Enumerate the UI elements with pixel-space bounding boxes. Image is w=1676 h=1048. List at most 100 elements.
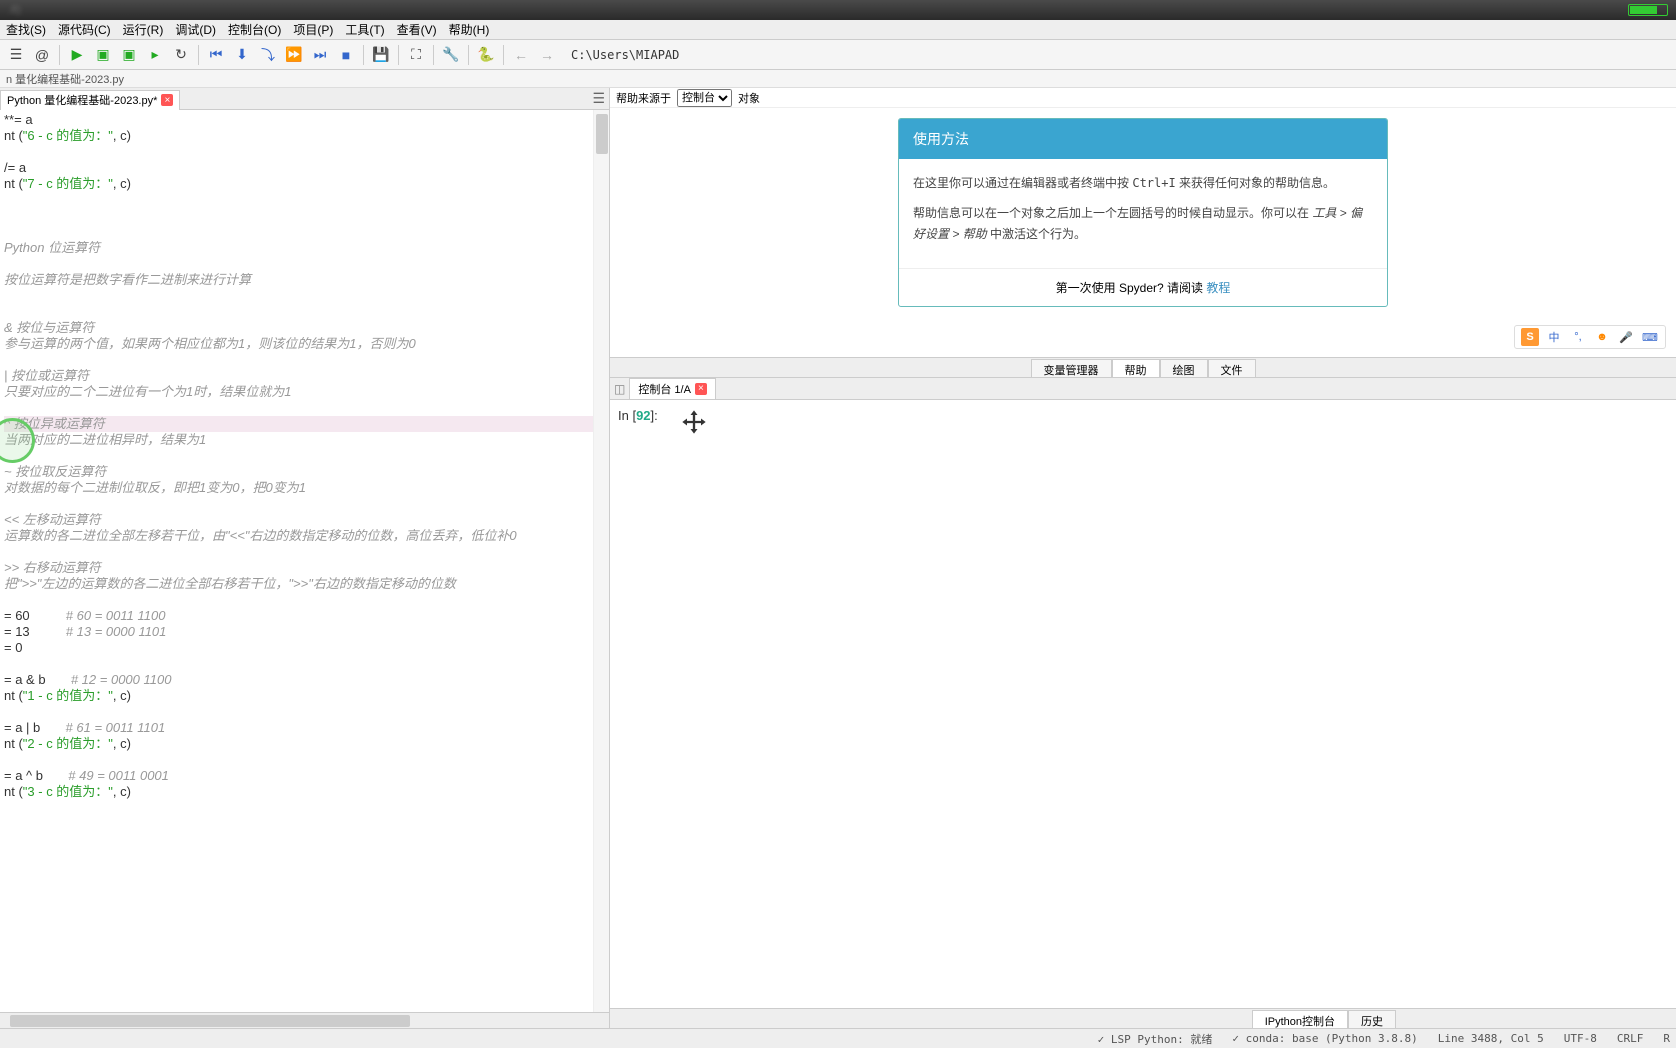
code-line: 按位运算符是把数字看作二进制来进行计算 xyxy=(4,272,605,288)
tab-plots[interactable]: 绘图 xyxy=(1160,359,1208,377)
code-line: ~ 按位取反运算符 xyxy=(4,464,605,480)
tab-files[interactable]: 文件 xyxy=(1208,359,1256,377)
console-collapse-icon[interactable]: ◫ xyxy=(614,382,625,396)
code-line: = 13 # 13 = 0000 1101 xyxy=(4,624,605,640)
console-tab-label: 控制台 1/A xyxy=(638,381,691,397)
debug-step-over-button[interactable]: ⤵ xyxy=(256,43,280,67)
tab-help[interactable]: 帮助 xyxy=(1112,359,1160,377)
outline-button[interactable]: ☰ xyxy=(4,43,28,67)
scroll-thumb[interactable] xyxy=(10,1015,410,1027)
app-version: .8) xyxy=(8,4,21,16)
forward-button[interactable]: → xyxy=(535,43,559,67)
debug-continue-button[interactable]: ⏭ xyxy=(308,43,332,67)
debug-step-into-button[interactable]: ⬇ xyxy=(230,43,254,67)
code-line xyxy=(4,752,605,768)
code-line xyxy=(4,224,605,240)
menu-tools[interactable]: 工具(T) xyxy=(339,21,390,38)
ime-emoji-icon[interactable]: ☻ xyxy=(1593,328,1611,346)
code-line: & 按位与运算符 xyxy=(4,320,605,336)
status-readwrite: R xyxy=(1663,1032,1670,1045)
help-text-line1: 在这里你可以通过在编辑器或者终端中按 Ctrl+I 来获得任何对象的帮助信息。 xyxy=(913,173,1373,195)
ime-lang-icon[interactable]: 中 xyxy=(1545,328,1563,346)
code-line xyxy=(4,256,605,272)
debug-step-out-button[interactable]: ⏩ xyxy=(282,43,306,67)
breadcrumb: n 量化编程基础-2023.py xyxy=(0,70,1676,88)
help-card-footer: 第一次使用 Spyder? 请阅读 教程 xyxy=(899,268,1387,306)
run-selection-button[interactable]: ▸ xyxy=(143,43,167,67)
code-editor[interactable]: **= ant ("6 - c 的值为：", c) /= ant ("7 - c… xyxy=(0,110,609,1012)
code-line: 运算数的各二进位全部左移若干位，由"<<"右边的数指定移动的位数，高位丢弃，低位… xyxy=(4,528,605,544)
working-directory-path: C:\Users\MIAPAD xyxy=(571,48,679,62)
scroll-thumb[interactable] xyxy=(596,114,608,154)
code-line xyxy=(4,400,605,416)
editor-tab-bar: Python 量化编程基础-2023.py* × ☰ xyxy=(0,88,609,110)
code-line: nt ("3 - c 的值为：", c) xyxy=(4,784,605,800)
system-tray xyxy=(1628,4,1668,16)
console-pane: ◫ 控制台 1/A × In [92]: IPython控制台 历史 xyxy=(610,378,1676,1028)
help-pane-tabs: 变量管理器 帮助 绘图 文件 xyxy=(610,357,1676,377)
tab-variable-explorer[interactable]: 变量管理器 xyxy=(1031,359,1112,377)
ime-keyboard-icon[interactable]: ⌨ xyxy=(1641,328,1659,346)
tab-options-icon[interactable]: ☰ xyxy=(592,90,605,107)
menu-help[interactable]: 帮助(H) xyxy=(443,21,496,38)
code-line xyxy=(4,704,605,720)
status-bar: ✓ LSP Python: 就绪 ✓ conda: base (Python 3… xyxy=(0,1028,1676,1048)
breadcrumb-path: n 量化编程基础-2023.py xyxy=(6,71,124,87)
tutorial-link[interactable]: 教程 xyxy=(1206,281,1230,295)
editor-tab[interactable]: Python 量化编程基础-2023.py* × xyxy=(0,90,180,110)
code-line xyxy=(4,544,605,560)
help-toolbar: 帮助来源于 控制台 对象 xyxy=(610,88,1676,108)
menu-debug[interactable]: 调试(D) xyxy=(169,21,222,38)
menu-console[interactable]: 控制台(O) xyxy=(222,21,287,38)
menu-run[interactable]: 运行(R) xyxy=(117,21,170,38)
close-console-icon[interactable]: × xyxy=(695,383,707,395)
python-icon[interactable]: 🐍 xyxy=(474,43,498,67)
run-cell-button[interactable]: ▣ xyxy=(91,43,115,67)
ime-mic-icon[interactable]: 🎤 xyxy=(1617,328,1635,346)
status-eol[interactable]: CRLF xyxy=(1617,1032,1644,1045)
settings-button[interactable]: 🔧 xyxy=(439,43,463,67)
console-output[interactable]: In [92]: xyxy=(610,400,1676,1008)
status-lsp[interactable]: ✓ LSP Python: 就绪 xyxy=(1098,1031,1213,1047)
tab-history[interactable]: 历史 xyxy=(1348,1010,1396,1028)
console-tab-bar: ◫ 控制台 1/A × xyxy=(610,378,1676,400)
ime-punct-icon[interactable]: °, xyxy=(1569,328,1587,346)
ime-floating-bar[interactable]: S 中 °, ☻ 🎤 ⌨ xyxy=(1514,325,1666,349)
maximize-button[interactable]: ⛶ xyxy=(404,43,428,67)
code-line: = a & b # 12 = 0000 1100 xyxy=(4,672,605,688)
code-line: >> 右移动运算符 xyxy=(4,560,605,576)
help-card: 使用方法 在这里你可以通过在编辑器或者终端中按 Ctrl+I 来获得任何对象的帮… xyxy=(898,118,1388,307)
menu-view[interactable]: 查看(V) xyxy=(391,21,443,38)
tab-ipython-console[interactable]: IPython控制台 xyxy=(1252,1010,1348,1028)
run-cell-advance-button[interactable]: ▣ xyxy=(117,43,141,67)
debug-step-button[interactable]: ⏮ xyxy=(204,43,228,67)
code-line: nt ("6 - c 的值为：", c) xyxy=(4,128,605,144)
code-line: ^ 按位异或运算符 xyxy=(4,416,605,432)
status-conda[interactable]: ✓ conda: base (Python 3.8.8) xyxy=(1232,1032,1417,1045)
code-line: | 按位或运算符 xyxy=(4,368,605,384)
code-line: 参与运算的两个值，如果两个相应位都为1，则该位的结果为1，否则为0 xyxy=(4,336,605,352)
help-source-select[interactable]: 控制台 xyxy=(677,89,732,107)
rerun-button[interactable]: ↻ xyxy=(169,43,193,67)
at-button[interactable]: @ xyxy=(30,43,54,67)
close-tab-icon[interactable]: × xyxy=(161,94,173,106)
code-line: 只要对应的二个二进位有一个为1时，结果位就为1 xyxy=(4,384,605,400)
code-line: nt ("2 - c 的值为：", c) xyxy=(4,736,605,752)
menu-source[interactable]: 源代码(C) xyxy=(52,21,117,38)
save-button[interactable]: 💾 xyxy=(369,43,393,67)
code-line xyxy=(4,352,605,368)
code-line: Python 位运算符 xyxy=(4,240,605,256)
console-tab[interactable]: 控制台 1/A × xyxy=(629,378,716,400)
help-card-title: 使用方法 xyxy=(899,119,1387,159)
back-button[interactable]: ← xyxy=(509,43,533,67)
editor-horizontal-scrollbar[interactable] xyxy=(0,1012,609,1028)
run-button[interactable]: ▶ xyxy=(65,43,89,67)
code-line xyxy=(4,144,605,160)
editor-vertical-scrollbar[interactable] xyxy=(593,110,609,1012)
code-line xyxy=(4,192,605,208)
code-line: = 0 xyxy=(4,640,605,656)
menu-find[interactable]: 查找(S) xyxy=(0,21,52,38)
status-encoding[interactable]: UTF-8 xyxy=(1564,1032,1597,1045)
debug-stop-button[interactable]: ■ xyxy=(334,43,358,67)
menu-project[interactable]: 项目(P) xyxy=(287,21,339,38)
